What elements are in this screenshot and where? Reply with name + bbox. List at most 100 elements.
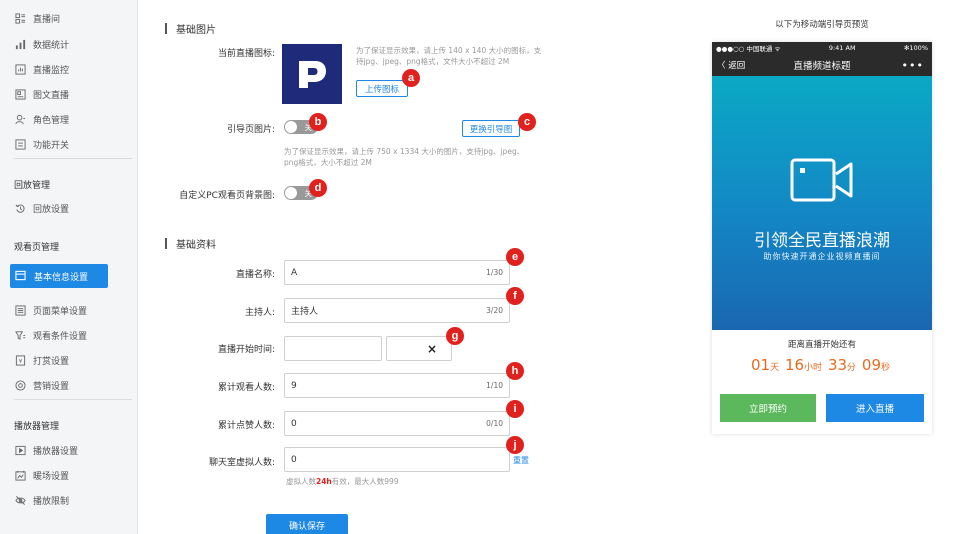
section-bar: [165, 23, 167, 34]
live-logo-image: [282, 44, 342, 104]
sidebar-item-label: 回放设置: [33, 204, 70, 215]
live-name-label: 直播名称:: [235, 270, 275, 280]
live-name-input[interactable]: A 1/30: [284, 260, 510, 285]
section-title-text: 基础图片: [176, 25, 216, 36]
sidebar-item-image-text[interactable]: 图文直播: [14, 84, 69, 104]
upload-icon-button[interactable]: 上传图标: [356, 80, 408, 97]
likes-input[interactable]: 0 0/10: [284, 411, 510, 436]
sidebar-item-feature-switch[interactable]: 功能开关: [14, 134, 69, 154]
reset-link[interactable]: 重置: [513, 455, 529, 466]
more-icon[interactable]: •••: [902, 59, 924, 72]
change-guide-image-button[interactable]: 更换引导图: [462, 120, 520, 137]
input-value: 主持人: [291, 307, 319, 317]
user-icon: [14, 113, 26, 125]
clear-icon[interactable]: ×: [427, 342, 437, 356]
start-date-input[interactable]: [284, 336, 382, 361]
monitor-chart-icon: [14, 63, 26, 75]
sidebar-item-replay-settings[interactable]: 回放设置: [14, 198, 69, 218]
input-value: 9: [291, 380, 297, 391]
input-value: 0: [291, 418, 297, 429]
sidebar-item-warmup[interactable]: 暖场设置: [14, 465, 69, 485]
countdown-days-unit: 天: [770, 363, 780, 373]
hero-headline: 引领全民直播浪潮: [754, 231, 890, 251]
countdown-timer: 01天 16小时 33分 09秒: [712, 356, 932, 374]
window-icon: [15, 270, 27, 282]
section-title-text: 基础资料: [176, 240, 216, 251]
replay-icon: [14, 202, 26, 214]
sidebar-group-watch-page: 观看页管理: [14, 243, 60, 253]
countdown-minutes: 33: [827, 356, 848, 374]
sidebar-item-live-room[interactable]: 直播间: [14, 8, 60, 28]
sidebar-item-label: 营销设置: [33, 381, 70, 392]
sidebar-item-label: 播放器设置: [33, 446, 79, 457]
viewers-input[interactable]: 9 1/10: [284, 373, 510, 398]
sidebar-item-monitor[interactable]: 直播监控: [14, 59, 69, 79]
current-icon-label: 当前直播图标:: [217, 49, 275, 59]
sidebar-item-label: 角色管理: [33, 115, 70, 126]
sidebar-item-label: 数据统计: [33, 40, 70, 51]
sidebar-item-player-settings[interactable]: 播放器设置: [14, 440, 78, 460]
countdown-seconds: 09: [861, 356, 882, 374]
countdown-label: 距离直播开始还有: [787, 340, 856, 350]
phone-nav-bar: 〈 返回 直播频道标题 •••: [712, 54, 932, 76]
annotation-badge-i: i: [506, 400, 524, 418]
channel-title: 直播频道标题: [793, 61, 851, 72]
annotation-badge-b: b: [309, 113, 327, 131]
battery-text: ✻100%: [903, 44, 928, 52]
sidebar-item-watch-conditions[interactable]: 观看条件设置: [14, 325, 87, 345]
sidebar-item-label: 基本信息设置: [34, 272, 89, 283]
hint-text: 有效，最大人数999: [331, 477, 399, 486]
sidebar-item-label: 直播监控: [33, 65, 70, 76]
annotation-badge-f: f: [506, 287, 524, 305]
menu-icon: [14, 304, 26, 316]
annotation-badge-a: a: [402, 69, 420, 87]
sidebar-item-reward[interactable]: ¥ 打赏设置: [14, 350, 69, 370]
sidebar-item-statistics[interactable]: 数据统计: [14, 34, 69, 54]
annotation-badge-e: e: [506, 248, 524, 266]
hero-subline: 助你快速开通企业视频直播间: [763, 252, 881, 261]
sidebar-item-label: 页面菜单设置: [33, 306, 88, 317]
video-camera-icon: [790, 158, 853, 202]
sidebar-item-roles[interactable]: 角色管理: [14, 109, 69, 129]
virtual-count-input[interactable]: 0: [284, 447, 510, 472]
image-text-icon: [14, 88, 26, 100]
play-icon: [14, 444, 26, 456]
status-time: 9:41 AM: [828, 44, 856, 52]
hint-text: 虚拟人数: [286, 477, 316, 486]
annotation-badge-d: d: [309, 179, 327, 197]
host-input[interactable]: 主持人 3/20: [284, 298, 510, 323]
restrict-icon: [14, 494, 26, 506]
section-title-basic-info: 基础资料: [165, 236, 216, 251]
confirm-save-button[interactable]: 确认保存: [266, 514, 348, 534]
sidebar-item-marketing[interactable]: 营销设置: [14, 375, 69, 395]
input-value: 0: [291, 454, 297, 465]
host-label: 主持人:: [244, 308, 275, 318]
virtual-count-hint: 虚拟人数24h有效，最大人数999: [286, 476, 506, 487]
phone-status-bar: ●●●○○ 中国联通 ᯤ 9:41 AM ✻100%: [712, 42, 932, 54]
annotation-badge-j: j: [506, 436, 524, 454]
start-time-input[interactable]: ×: [386, 336, 452, 361]
bar-chart-icon: [14, 38, 26, 50]
input-value: A: [291, 267, 298, 278]
sidebar-item-restrict[interactable]: 播放限制: [14, 490, 69, 510]
sidebar-group-replay: 回放管理: [14, 181, 51, 191]
icon-upload-hint: 为了保证显示效果，请上传 140 x 140 大小的图标，支持jpg、jpeg、…: [356, 46, 542, 66]
sidebar-group-player: 播放器管理: [14, 422, 60, 432]
sidebar-item-basic-info[interactable]: 基本信息设置: [10, 264, 108, 288]
sidebar-divider: [14, 158, 132, 159]
countdown-minutes-unit: 分: [847, 363, 857, 373]
sidebar-item-label: 观看条件设置: [33, 331, 88, 342]
toggle-knob: [285, 187, 297, 199]
annotation-badge-g: g: [446, 327, 464, 345]
sidebar-item-page-menu[interactable]: 页面菜单设置: [14, 300, 87, 320]
enter-live-button[interactable]: 进入直播: [826, 394, 924, 422]
sidebar-item-label: 打赏设置: [33, 356, 70, 367]
grid-icon: [14, 12, 26, 24]
annotation-badge-c: c: [518, 113, 536, 131]
carrier-text: ●●●○○ 中国联通 ᯤ: [716, 45, 781, 53]
reserve-button[interactable]: 立即预约: [720, 394, 816, 422]
char-counter: 3/20: [486, 306, 503, 315]
guide-image-hint: 为了保证显示效果，请上传 750 x 1334 大小的图片，支持jpg、jpeg…: [284, 147, 525, 167]
sidebar-divider: [14, 399, 132, 400]
virtual-count-label: 聊天室虚拟人数:: [208, 458, 275, 468]
